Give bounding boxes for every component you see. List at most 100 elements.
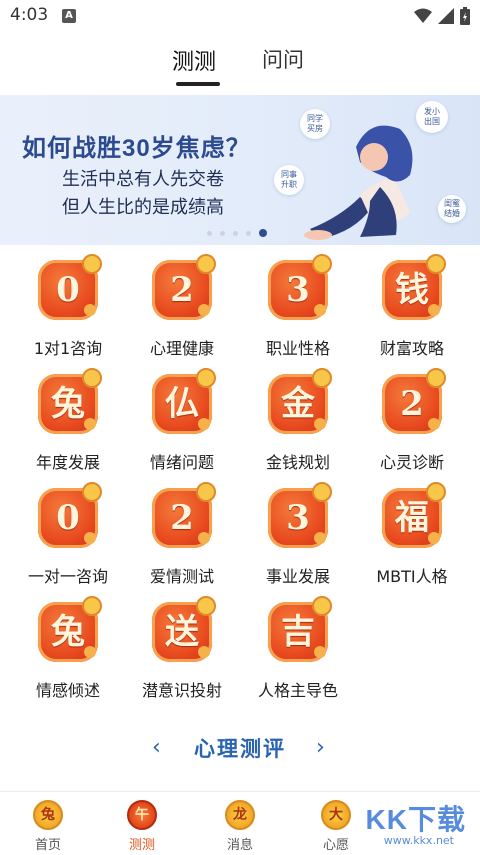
feature-tile-icon: 3 — [268, 254, 332, 320]
tile-glyph: 2 — [170, 270, 194, 310]
status-bar: 4:03 A — [0, 0, 480, 32]
feature-tile-icon: 钱 — [382, 254, 446, 320]
grid-item[interactable]: 2 爱情测试 — [122, 482, 242, 588]
tile-glyph: 0 — [56, 498, 80, 538]
grid-item-label: 情感倾述 — [35, 681, 100, 700]
grid-item[interactable]: 吉人格主导色 — [238, 596, 358, 702]
grid-item-label: 1对1咨询 — [33, 339, 103, 358]
tile-glyph: 2 — [400, 384, 424, 424]
banner-line-1: 生活中总有人先交卷 — [62, 169, 224, 190]
tile-glyph: 3 — [286, 270, 310, 310]
feature-tile-icon: 3 — [268, 482, 332, 548]
grid-item-label: 心灵诊断 — [379, 453, 444, 472]
watermark-url: www.kkx.net — [383, 834, 454, 847]
grid-item-label: 金钱规划 — [265, 453, 330, 472]
nav-cece-label: 测测 — [128, 838, 155, 853]
feature-tile-icon: 福 — [382, 482, 446, 548]
rabbit-icon: 兔 — [33, 800, 63, 830]
pagination-dot[interactable] — [220, 230, 225, 236]
battery-icon — [460, 7, 470, 25]
grid-item[interactable]: 0 1对1咨询 — [8, 254, 128, 360]
tab-cece[interactable]: 测测 — [172, 44, 220, 86]
nav-messages-label: 消息 — [226, 838, 253, 853]
tab-underline — [176, 82, 220, 86]
tile-glyph: 仏 — [165, 384, 199, 424]
grid-item[interactable]: 钱财富攻略 — [352, 254, 472, 360]
pagination-dot-active[interactable] — [259, 229, 267, 237]
grid-item-label: 年度发展 — [35, 453, 100, 472]
grid-item[interactable]: 兔情感倾述 — [8, 596, 128, 702]
bubble-friend: 发小 出国 — [416, 101, 448, 133]
grid-item-label: 一对一咨询 — [27, 567, 108, 586]
grid-item-label: 财富攻略 — [379, 339, 444, 358]
feature-tile-icon: 2 — [152, 254, 216, 320]
bubble-bestie: 闺蜜 结婚 — [438, 195, 466, 223]
grid-item[interactable]: 3 事业发展 — [238, 482, 358, 588]
feature-tile-icon: 吉 — [268, 596, 332, 662]
banner-line-2: 但人生比的是成绩高 — [62, 197, 224, 218]
feature-tile-icon: 2 — [152, 482, 216, 548]
grid-item[interactable]: 2 心灵诊断 — [352, 368, 472, 474]
section-header: ‹ 心理测评 › — [0, 733, 480, 767]
top-tabs: 测测 问问 — [0, 32, 480, 92]
grid-item-label: 事业发展 — [265, 567, 330, 586]
section-title: 心理测评 — [194, 737, 286, 761]
nav-home[interactable]: 兔 首页 — [8, 796, 88, 854]
horse-icon: 午 — [127, 800, 157, 830]
grid-item[interactable]: 0 一对一咨询 — [8, 482, 128, 588]
grid-item-label: 人格主导色 — [257, 681, 338, 700]
grid-item[interactable]: 兔年度发展 — [8, 368, 128, 474]
nav-messages[interactable]: 龙 消息 — [200, 796, 280, 854]
banner-pagination — [207, 229, 267, 237]
tile-glyph: 0 — [56, 270, 80, 310]
pagination-dot[interactable] — [246, 230, 251, 236]
notification-icon: A — [62, 9, 76, 23]
status-time: 4:03 — [10, 5, 49, 25]
tile-glyph: 送 — [165, 612, 199, 652]
grid-item-label: MBTI人格 — [376, 567, 448, 586]
wifi-icon — [414, 8, 432, 23]
tile-glyph: 钱 — [395, 270, 429, 310]
feature-tile-icon: 0 — [38, 482, 102, 548]
tile-glyph: 3 — [286, 498, 310, 538]
status-icons — [414, 7, 470, 25]
grid-item-label: 心理健康 — [149, 339, 214, 358]
chevron-right-icon[interactable]: › — [316, 735, 325, 760]
grid-item-label: 爱情测试 — [149, 567, 214, 586]
tile-glyph: 福 — [395, 498, 429, 538]
fortune-icon: 大 — [321, 800, 351, 830]
watermark-logo: KK下载 — [365, 804, 466, 835]
promo-banner[interactable]: 如何战胜30岁焦虑？ 生活中总有人先交卷 但人生比的是成绩高 同学 买房 发小 … — [0, 95, 480, 245]
tile-glyph: 兔 — [51, 612, 85, 652]
grid-item-label: 潜意识投射 — [141, 681, 222, 700]
grid-item[interactable]: 送潜意识投射 — [122, 596, 242, 702]
nav-home-label: 首页 — [34, 838, 61, 853]
grid-item[interactable]: 金金钱规划 — [238, 368, 358, 474]
tile-glyph: 2 — [170, 498, 194, 538]
bubble-classmate: 同学 买房 — [300, 109, 330, 139]
feature-tile-icon: 送 — [152, 596, 216, 662]
tab-wenwen-label: 问问 — [262, 48, 304, 72]
feature-tile-icon: 兔 — [38, 368, 102, 434]
bubble-colleague: 同事 升职 — [274, 165, 304, 195]
grid-item[interactable]: 3 职业性格 — [238, 254, 358, 360]
grid-item-label: 职业性格 — [265, 339, 330, 358]
tab-wenwen[interactable]: 问问 — [262, 44, 304, 74]
feature-tile-icon: 0 — [38, 254, 102, 320]
feature-tile-icon: 仏 — [152, 368, 216, 434]
dragon-icon: 龙 — [225, 800, 255, 830]
pagination-dot[interactable] — [233, 230, 238, 236]
grid-item[interactable]: 仏情绪问题 — [122, 368, 242, 474]
nav-wishes-label: 心愿 — [322, 838, 349, 853]
nav-wishes[interactable]: 大 心愿 — [296, 796, 376, 854]
pagination-dot[interactable] — [207, 230, 212, 236]
grid-item[interactable]: 2 心理健康 — [122, 254, 242, 360]
grid-item[interactable]: 福 MBTI人格 — [352, 482, 472, 588]
chevron-left-icon[interactable]: ‹ — [152, 735, 161, 760]
grid-item-label: 情绪问题 — [149, 453, 214, 472]
tile-glyph: 吉 — [281, 612, 315, 652]
tile-glyph: 兔 — [51, 384, 85, 424]
feature-tile-icon: 金 — [268, 368, 332, 434]
nav-cece[interactable]: 午 测测 — [102, 796, 182, 854]
signal-icon — [438, 8, 454, 24]
